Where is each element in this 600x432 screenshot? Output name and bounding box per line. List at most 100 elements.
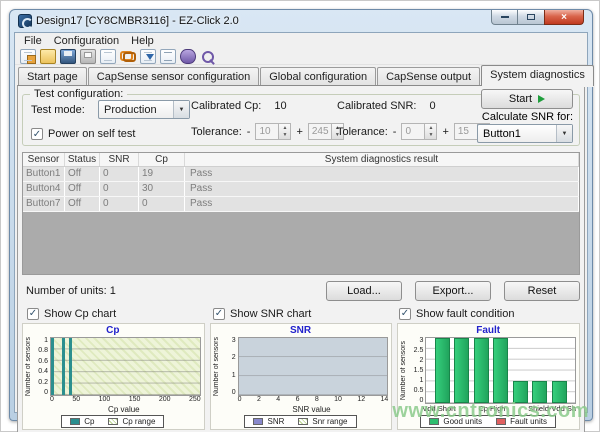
test-mode-label: Test mode: [31, 104, 93, 116]
reset-button[interactable]: Reset [504, 281, 580, 301]
open-project-icon[interactable] [40, 49, 56, 64]
screenshot-stage: Design17 [CY8CMBR3116] - EZ-Click 2.0 × … [0, 0, 600, 432]
find-device-icon[interactable] [200, 49, 216, 64]
tick-label: 0 [419, 397, 423, 404]
calibrated-cp-label: Calibrated Cp: [191, 100, 261, 112]
tick-label: 10 [334, 396, 342, 405]
column-header-snr[interactable]: SNR [100, 153, 139, 166]
table-row[interactable]: Button7 Off 0 0 Pass [23, 197, 579, 212]
title-bar[interactable]: Design17 [CY8CMBR3116] - EZ-Click 2.0 × [14, 10, 588, 32]
chart-toggles-row: ✓ Show Cp chart ✓ Show SNR chart ✓ Show … [22, 306, 580, 321]
cp-plot [50, 337, 201, 396]
cell-snr: 0 [100, 182, 139, 196]
show-snr-chart-checkbox[interactable]: ✓ [213, 308, 225, 320]
cp-x-axis-label: Cp value [25, 405, 201, 414]
good-units-swatch [429, 418, 439, 425]
cell-snr: 0 [100, 197, 139, 211]
tolerance-snr-low-value: 0 [401, 123, 425, 140]
tab-capsense-sensor-configuration[interactable]: CapSense sensor configuration [88, 67, 259, 86]
number-of-units-label: Number of units: 1 [26, 285, 116, 297]
table-row[interactable]: Button1 Off 0 19 Pass [23, 167, 579, 182]
snr-legend-label: SNR [267, 417, 284, 426]
save-icon[interactable] [60, 49, 76, 64]
menu-help[interactable]: Help [126, 33, 159, 49]
cell-result: Pass [185, 167, 579, 181]
fault-bar [513, 381, 528, 403]
test-mode-dropdown[interactable]: Production ▼ [98, 100, 190, 119]
print-icon[interactable] [80, 49, 96, 64]
fault-y-ticks: 32.521.510.50 [409, 337, 425, 404]
show-fault-condition-checkbox[interactable]: ✓ [399, 308, 411, 320]
save-as-icon[interactable] [100, 49, 116, 64]
new-project-icon[interactable] [20, 49, 36, 64]
tick-label: 0 [44, 389, 48, 396]
tolerance-cp-low-stepper[interactable]: 10 ▲▼ [255, 123, 291, 140]
tab-capsense-output[interactable]: CapSense output [377, 67, 480, 86]
good-units-legend-label: Good units [443, 417, 482, 426]
tick-label: 1 [44, 337, 48, 344]
minimize-button[interactable] [491, 10, 518, 25]
maximize-icon [527, 14, 535, 20]
calibrated-cp-value: 10 [274, 100, 286, 112]
tick-label: 6 [296, 396, 300, 405]
tab-system-diagnostics[interactable]: System diagnostics [481, 65, 594, 86]
tab-global-configuration[interactable]: Global configuration [260, 67, 376, 86]
tick-label: 2 [257, 396, 261, 405]
tick-label: 3 [232, 337, 236, 344]
menu-file[interactable]: File [19, 33, 47, 49]
maximize-button[interactable] [518, 10, 544, 25]
tab-start-page[interactable]: Start page [18, 67, 87, 86]
cell-result: Pass [185, 197, 579, 211]
fault-units-swatch [496, 418, 506, 425]
fault-chart-title: Fault [400, 325, 576, 337]
stepper-arrows-icon[interactable]: ▲▼ [279, 123, 291, 140]
cp-range-legend-label: Cp range [122, 417, 155, 426]
report-icon[interactable] [160, 49, 176, 64]
snr-range-legend-label: Snr range [312, 417, 347, 426]
table-row[interactable]: Button4 Off 0 30 Pass [23, 182, 579, 197]
column-header-sensor[interactable]: Sensor [23, 153, 65, 166]
close-button[interactable]: × [544, 10, 584, 25]
tick-label: 2 [232, 354, 236, 361]
start-button[interactable]: Start [481, 89, 573, 109]
snr-range-swatch [298, 418, 308, 425]
cell-cp: 0 [139, 197, 185, 211]
load-button[interactable]: Load... [326, 281, 402, 301]
tick-label: 8 [315, 396, 319, 405]
power-on-self-test-checkbox[interactable]: ✓ [31, 128, 43, 140]
tick-label: 0 [238, 396, 242, 405]
menu-configuration[interactable]: Configuration [49, 33, 124, 49]
tick-label: Shield-Vdd Sh [528, 404, 576, 414]
tick-label: 50 [72, 396, 80, 405]
toolbar [15, 49, 587, 65]
client-area: File Configuration Help Start page CapSe… [14, 32, 588, 413]
snr-series-swatch [253, 418, 263, 425]
column-header-status[interactable]: Status [65, 153, 100, 166]
cell-sensor: Button4 [23, 182, 65, 196]
fault-bar [454, 338, 469, 403]
tick-label: 2 [419, 357, 423, 364]
column-header-cp[interactable]: Cp [139, 153, 185, 166]
snr-chart-title: SNR [213, 325, 389, 337]
tick-label: Cp High [478, 404, 505, 414]
charts-row: Cp Number of sensors 10.80.60.40.20 0501… [22, 323, 580, 430]
chevron-down-icon: ▼ [173, 101, 189, 118]
tick-label: Vdd Short [422, 404, 455, 414]
snr-x-axis-label: SNR value [213, 405, 389, 414]
program-device-icon[interactable] [140, 49, 156, 64]
calculate-snr-dropdown[interactable]: Button1 ▼ [477, 124, 573, 143]
cp-series-swatch [70, 418, 80, 425]
export-button[interactable]: Export... [415, 281, 491, 301]
tolerance-snr-low-stepper[interactable]: 0 ▲▼ [401, 123, 437, 140]
cell-cp: 30 [139, 182, 185, 196]
disconnect-icon[interactable] [180, 49, 196, 64]
show-cp-chart-checkbox[interactable]: ✓ [27, 308, 39, 320]
tick-label: 0.4 [38, 368, 48, 375]
stepper-arrows-icon[interactable]: ▲▼ [425, 123, 437, 140]
close-icon: × [561, 12, 567, 23]
tick-label: 3 [419, 337, 423, 344]
app-icon [18, 14, 32, 28]
column-header-result[interactable]: System diagnostics result [185, 153, 579, 166]
connect-icon[interactable] [120, 49, 136, 64]
show-fault-condition-label: Show fault condition [416, 308, 514, 320]
